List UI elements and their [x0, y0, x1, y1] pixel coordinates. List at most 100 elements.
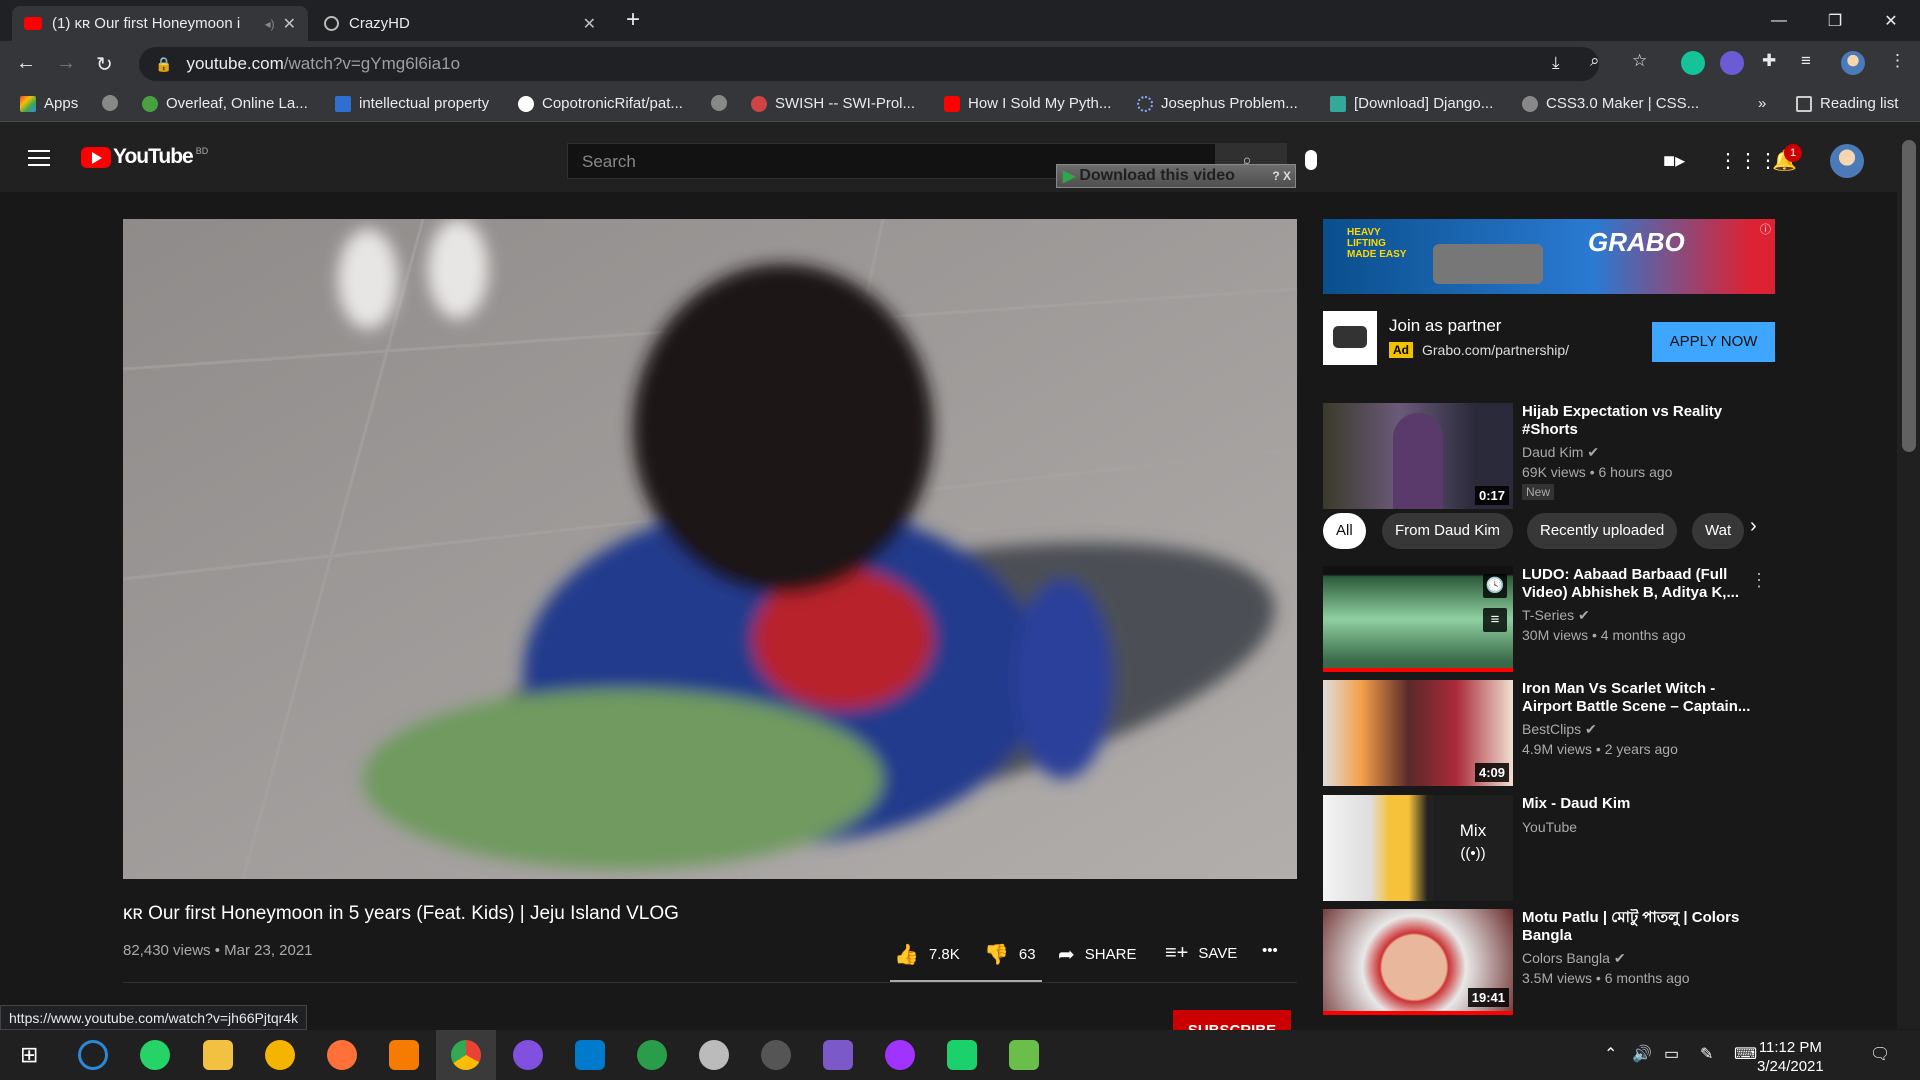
bookmark-github[interactable]: CopotronicRifat/pat...: [518, 95, 683, 112]
video-thumbnail[interactable]: 0:17: [1323, 403, 1513, 509]
firefox-icon[interactable]: [327, 1040, 357, 1070]
chrome-taskbar-active[interactable]: [436, 1030, 496, 1080]
bookmark-youtube[interactable]: How I Sold My Pyth...: [944, 95, 1111, 112]
bookmark-globe-2[interactable]: [711, 95, 735, 111]
ad-title[interactable]: Join as partner: [1389, 316, 1501, 336]
recommendation-item[interactable]: 0:17 Hijab Expectation vs Reality #Short…: [1323, 403, 1778, 509]
bookmark-django[interactable]: [Download] Django...: [1330, 95, 1493, 112]
tab-crazyhd[interactable]: CrazyHD ✕: [312, 6, 608, 41]
download-video-bar[interactable]: ▶ Download this video ? X: [1056, 164, 1296, 188]
close-tab-icon[interactable]: ✕: [583, 14, 596, 34]
app-icon[interactable]: [699, 1040, 729, 1070]
save-button[interactable]: ≡+ SAVE: [1165, 942, 1237, 965]
close-window-icon[interactable]: ✕: [1863, 0, 1919, 41]
app-icon[interactable]: [389, 1040, 419, 1070]
bookmark-apps[interactable]: Apps: [20, 95, 78, 112]
chevron-up-icon[interactable]: ⌃: [1604, 1044, 1617, 1064]
extension-icon[interactable]: [1720, 51, 1744, 75]
watch-later-icon[interactable]: 🕓: [1483, 574, 1507, 598]
bookmark-overleaf[interactable]: Overleaf, Online La...: [142, 95, 308, 112]
ad-info-icon[interactable]: ⓘ: [1760, 221, 1771, 237]
video-player[interactable]: [123, 219, 1297, 879]
chip-all[interactable]: All: [1323, 513, 1366, 549]
messenger-icon[interactable]: [885, 1040, 915, 1070]
chevron-right-icon[interactable]: ›: [1750, 515, 1757, 538]
file-explorer-icon[interactable]: [203, 1040, 233, 1070]
more-actions-icon[interactable]: •••: [1262, 942, 1278, 959]
keyboard-icon[interactable]: ⌨: [1734, 1044, 1757, 1064]
ad-product-thumbnail[interactable]: [1323, 311, 1377, 365]
speaker-icon: ◂): [264, 16, 275, 31]
recommendation-item[interactable]: Mix ((•)) Mix - Daud Kim YouTube: [1323, 795, 1778, 901]
tab-youtube[interactable]: (1) ᴋʀ Our first Honeymoon i ◂) ✕: [12, 6, 308, 41]
recommendation-item[interactable]: 4:09 Iron Man Vs Scarlet Witch - Airport…: [1323, 680, 1778, 786]
bookmark-josephus[interactable]: Josephus Problem...: [1137, 95, 1298, 112]
app-icon[interactable]: [265, 1040, 295, 1070]
forward-icon[interactable]: →: [56, 52, 76, 75]
reading-list[interactable]: Reading list: [1796, 95, 1898, 112]
recommendation-item[interactable]: 19:41 Motu Patlu | মোটু পাতলু | Colors B…: [1323, 909, 1778, 1015]
vscode-icon[interactable]: [575, 1040, 605, 1070]
bookmark-star-icon[interactable]: ☆: [1632, 51, 1647, 71]
video-thumbnail[interactable]: 🕓 ≡: [1323, 566, 1513, 672]
app-icon[interactable]: [761, 1040, 791, 1070]
refresh-app-icon[interactable]: [78, 1040, 108, 1070]
recommendation-item[interactable]: 🕓 ≡ LUDO: Aabaad Barbaad (Full Video) Ab…: [1323, 566, 1778, 672]
whatsapp-icon[interactable]: [140, 1040, 170, 1070]
hamburger-menu-icon[interactable]: [28, 150, 50, 166]
windows-start-icon[interactable]: ⊞: [20, 1042, 38, 1068]
share-button[interactable]: ➦ SHARE: [1058, 942, 1136, 967]
grammarly-extension-icon[interactable]: [1681, 51, 1705, 75]
youtube-logo[interactable]: YouTube BD: [81, 145, 208, 169]
visual-studio-icon[interactable]: [823, 1040, 853, 1070]
video-thumbnail[interactable]: 19:41: [1323, 909, 1513, 1015]
zoom-icon[interactable]: ⌕: [1590, 51, 1600, 71]
chip-watched[interactable]: Wat: [1692, 513, 1745, 549]
new-tab-icon[interactable]: +: [626, 6, 640, 34]
recommendation-title: LUDO: Aabaad Barbaad (Full Video) Abhish…: [1522, 566, 1739, 601]
app-icon[interactable]: [637, 1040, 667, 1070]
address-bar[interactable]: 🔒 youtube.com/watch?v=gYmg6l6ia1o: [139, 47, 1599, 81]
mix-thumbnail[interactable]: Mix ((•)): [1323, 795, 1513, 901]
more-options-icon[interactable]: ⋮: [1750, 570, 1768, 591]
puzzle-extensions-icon[interactable]: ✚: [1762, 51, 1776, 71]
profile-avatar[interactable]: [1841, 51, 1865, 75]
volume-icon[interactable]: 🔊: [1632, 1044, 1652, 1064]
pen-icon[interactable]: ✎: [1700, 1044, 1713, 1064]
back-icon[interactable]: ←: [16, 52, 36, 75]
menu-kebab-icon[interactable]: ⋮: [1889, 51, 1906, 71]
network-icon[interactable]: ▭: [1664, 1044, 1679, 1064]
bookmark-css3[interactable]: CSS3.0 Maker | CSS...: [1522, 95, 1699, 112]
scrollbar-thumb[interactable]: [1902, 140, 1916, 452]
github-desktop-icon[interactable]: [513, 1040, 543, 1070]
bookmark-globe[interactable]: [102, 95, 126, 111]
install-icon[interactable]: ⤓: [1552, 53, 1560, 73]
microphone-icon[interactable]: [1305, 150, 1317, 170]
apps-grid-icon[interactable]: ⋮⋮⋮: [1718, 148, 1778, 173]
app-icon[interactable]: [1009, 1040, 1039, 1070]
ad-banner-image[interactable]: HEAVY LIFTING MADE EASY GRABO ⓘ: [1323, 219, 1775, 294]
create-video-icon[interactable]: ■▸: [1663, 148, 1685, 173]
reload-icon[interactable]: ↻: [96, 52, 113, 77]
apply-now-button[interactable]: APPLY NOW: [1652, 322, 1775, 362]
close-tab-icon[interactable]: ✕: [283, 14, 296, 34]
notification-center-icon[interactable]: 🗨: [1870, 1044, 1890, 1064]
verified-check-icon: ✔: [1585, 721, 1597, 737]
bookmark-swish[interactable]: SWISH -- SWI-Prol...: [751, 95, 915, 112]
download-bar-controls[interactable]: ? X: [1272, 169, 1291, 183]
media-queue-icon[interactable]: ≡: [1801, 51, 1811, 71]
system-clock[interactable]: 11:12 PM 3/24/2021: [1757, 1038, 1824, 1076]
page-scrollbar[interactable]: [1897, 130, 1920, 1029]
restore-icon[interactable]: ❐: [1807, 0, 1863, 41]
bookmarks-overflow-icon[interactable]: »: [1758, 95, 1766, 112]
account-avatar[interactable]: [1830, 144, 1864, 178]
chip-from-daud-kim[interactable]: From Daud Kim: [1382, 513, 1514, 549]
video-thumbnail[interactable]: 4:09: [1323, 680, 1513, 786]
add-to-queue-icon[interactable]: ≡: [1483, 608, 1507, 632]
dislike-button[interactable]: 👎 63: [984, 942, 1036, 967]
chip-recently-uploaded[interactable]: Recently uploaded: [1527, 513, 1678, 549]
pycharm-icon[interactable]: [947, 1040, 977, 1070]
minimize-icon[interactable]: —: [1751, 0, 1807, 41]
bookmark-ip[interactable]: intellectual property: [335, 95, 489, 112]
like-button[interactable]: 👍 7.8K: [894, 942, 960, 967]
